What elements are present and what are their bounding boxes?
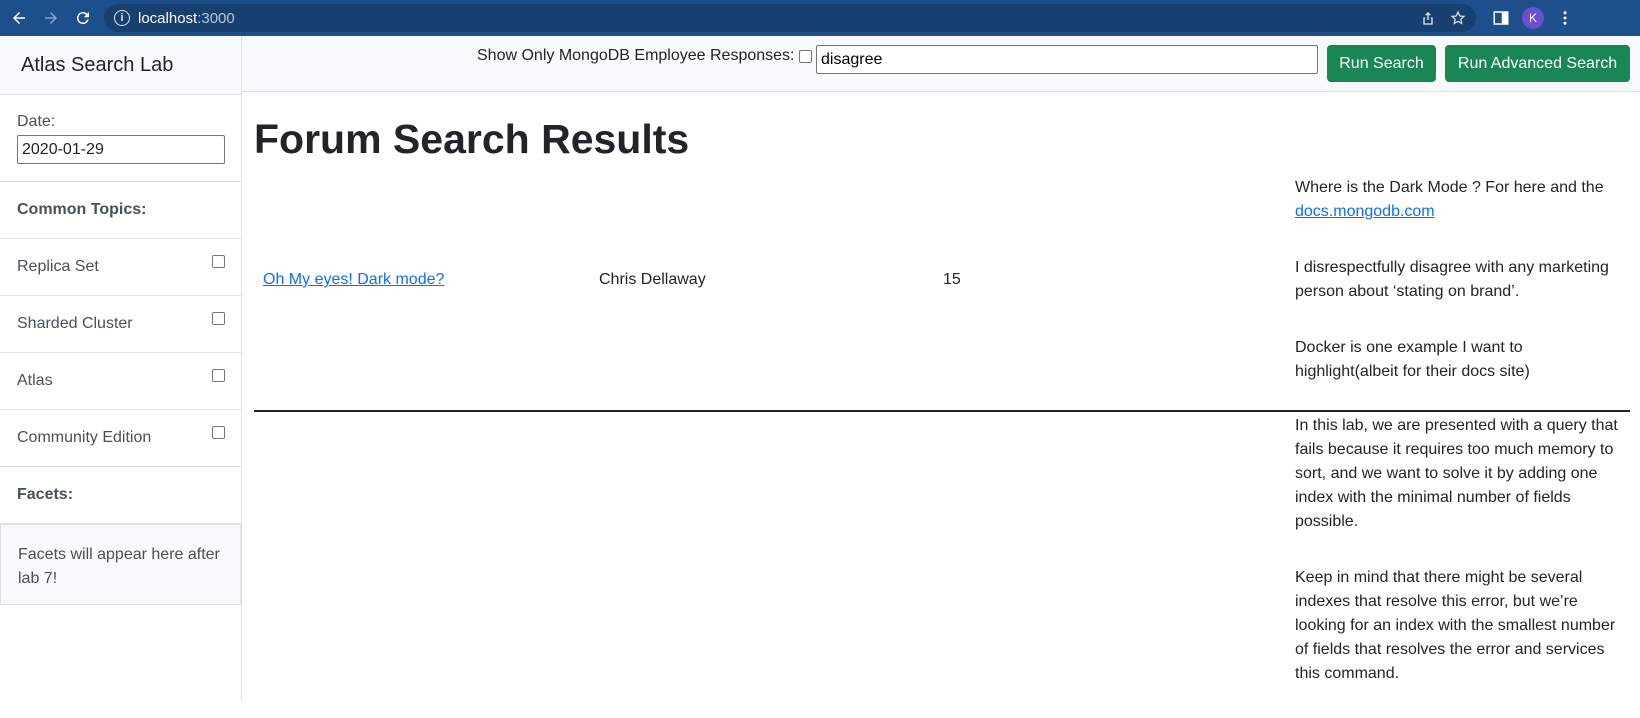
app-brand[interactable]: Atlas Search Lab xyxy=(0,36,241,95)
search-input[interactable] xyxy=(816,45,1318,74)
result-paragraph: In this lab, we are presented with a que… xyxy=(1295,417,1618,530)
topic-item-sharded-cluster: Sharded Cluster xyxy=(0,296,241,353)
back-icon[interactable] xyxy=(6,5,32,31)
result-paragraph: Keep in mind that there might be several… xyxy=(1295,569,1616,682)
topic-checkbox-sharded-cluster[interactable] xyxy=(212,312,225,325)
address-bar[interactable]: i localhost:3000 xyxy=(104,4,1476,32)
result-paragraph: Where is the Dark Mode ? For here and th… xyxy=(1295,176,1625,224)
topic-checkbox-community-edition[interactable] xyxy=(212,426,225,439)
run-search-button[interactable]: Run Search xyxy=(1327,45,1436,82)
share-icon[interactable] xyxy=(1420,10,1436,26)
url-host: localhost xyxy=(138,9,198,27)
browser-toolbar: i localhost:3000 K xyxy=(0,0,1640,36)
site-info-icon[interactable]: i xyxy=(114,10,130,26)
employee-filter-checkbox[interactable] xyxy=(799,50,812,63)
result-score: 15 xyxy=(943,271,961,288)
run-advanced-search-button[interactable]: Run Advanced Search xyxy=(1445,45,1630,82)
page-title: Forum Search Results xyxy=(254,116,690,162)
result-title-link[interactable]: Oh My eyes! Dark mode? xyxy=(263,271,444,289)
facets-heading: Facets: xyxy=(0,467,241,524)
profile-avatar[interactable]: K xyxy=(1522,7,1544,29)
topic-item-atlas: Atlas xyxy=(0,353,241,410)
docs-link[interactable]: docs.mongodb.com xyxy=(1295,203,1435,220)
main-content: Show Only MongoDB Employee Responses: Ru… xyxy=(242,36,1640,700)
employee-filter-label: Show Only MongoDB Employee Responses: xyxy=(477,47,795,64)
result-paragraph-text: Where is the Dark Mode ? For here and th… xyxy=(1295,179,1604,196)
result-body: Where is the Dark Mode ? For here and th… xyxy=(1295,176,1625,416)
result-body: In this lab, we are presented with a que… xyxy=(1295,414,1625,718)
topic-label: Replica Set xyxy=(17,258,99,275)
reload-icon[interactable] xyxy=(70,5,96,31)
topic-label: Atlas xyxy=(17,372,53,389)
forward-icon[interactable] xyxy=(38,5,64,31)
result-paragraph: Docker is one example I want to highligh… xyxy=(1295,339,1530,380)
date-filter: Date: xyxy=(0,95,241,182)
facets-placeholder: Facets will appear here after lab 7! xyxy=(0,524,241,605)
common-topics-heading: Common Topics: xyxy=(0,182,241,239)
topic-checkbox-atlas[interactable] xyxy=(212,369,225,382)
more-menu-icon[interactable] xyxy=(1556,9,1574,27)
topic-item-replica-set: Replica Set xyxy=(0,239,241,296)
topic-label: Community Edition xyxy=(17,429,152,446)
date-input[interactable] xyxy=(17,135,225,164)
topic-checkbox-replica-set[interactable] xyxy=(212,255,225,268)
result-paragraph: I disrespectfully disagree with any mark… xyxy=(1295,259,1609,300)
result-row: Oh My eyes! Dark mode? Chris Dellaway 15… xyxy=(254,176,1630,412)
result-author: Chris Dellaway xyxy=(599,271,706,288)
url-port: :3000 xyxy=(197,9,235,27)
topic-item-community-edition: Community Edition xyxy=(0,410,241,467)
search-toolbar: Show Only MongoDB Employee Responses: Ru… xyxy=(242,36,1640,92)
bookmark-star-icon[interactable] xyxy=(1450,10,1466,26)
date-label: Date: xyxy=(17,113,56,130)
topic-label: Sharded Cluster xyxy=(17,315,133,332)
sidebar: Atlas Search Lab Date: Common Topics: Re… xyxy=(0,36,242,700)
side-panel-icon[interactable] xyxy=(1492,9,1510,27)
result-row: In this lab, we are presented with a que… xyxy=(254,414,1630,704)
